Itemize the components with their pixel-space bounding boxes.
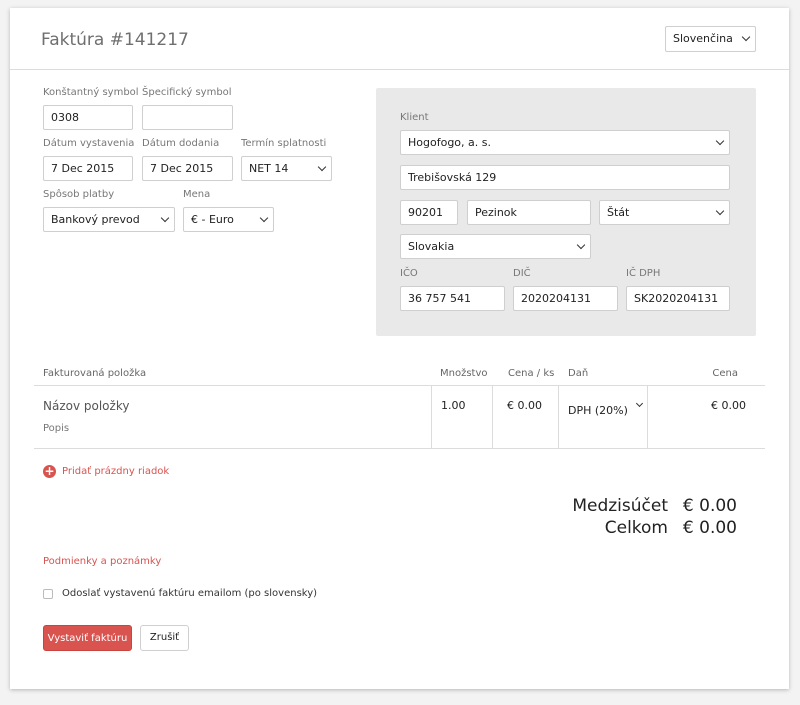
constant-symbol-label: Konštantný symbol: [43, 87, 139, 98]
add-row-button[interactable]: + Pridať prázdny riadok: [43, 464, 169, 478]
terms-notes-link[interactable]: Podmienky a poznámky: [43, 556, 161, 567]
ico-label: IČO: [400, 268, 418, 279]
subtotal-value: € 0.00: [682, 496, 737, 516]
client-label: Klient: [400, 112, 429, 123]
chevron-down-icon: [576, 240, 586, 250]
col-divider: [431, 386, 432, 448]
currency-select[interactable]: € - Euro: [183, 207, 274, 232]
client-name-select[interactable]: Hogofogo, a. s.: [400, 130, 730, 155]
col-divider: [558, 386, 559, 448]
col-header-tax: Daň: [568, 368, 589, 379]
item-unit-price-input[interactable]: € 0.00: [507, 399, 542, 412]
ic-dph-label: IČ DPH: [626, 268, 661, 279]
specific-symbol-label: Špecifický symbol: [142, 87, 232, 98]
client-street-value: Trebišovská 129: [408, 171, 497, 184]
due-term-label: Termín splatnosti: [241, 138, 327, 149]
specific-symbol-input[interactable]: [142, 105, 233, 130]
dic-label: DIČ: [513, 268, 531, 279]
email-checkbox[interactable]: [43, 588, 53, 599]
client-zip-value: 90201: [408, 206, 443, 219]
chevron-down-icon: [160, 213, 170, 223]
cancel-button[interactable]: Zrušiť: [140, 625, 189, 651]
client-zip-input[interactable]: 90201: [400, 200, 458, 225]
col-divider: [647, 386, 648, 448]
issue-date-label: Dátum vystavenia: [43, 138, 135, 149]
dic-input[interactable]: 2020204131: [513, 286, 618, 311]
add-row-label: Pridať prázdny riadok: [62, 465, 170, 477]
dic-value: 2020204131: [521, 292, 591, 305]
item-price-value: € 0.00: [711, 399, 746, 412]
email-checkbox-label[interactable]: Odoslať vystavenú faktúru emailom (po sl…: [62, 588, 317, 599]
item-tax-value: DPH (20%): [568, 404, 628, 417]
header-divider: [10, 69, 789, 70]
ico-value: 36 757 541: [408, 292, 471, 305]
client-state-value: Štát: [607, 206, 630, 219]
language-select-value: Slovenčina: [673, 32, 733, 45]
item-tax-select[interactable]: DPH (20%): [568, 399, 648, 417]
item-description-input[interactable]: Popis: [43, 423, 69, 434]
constant-symbol-value: 0308: [51, 111, 79, 124]
client-name-value: Hogofogo, a. s.: [408, 136, 491, 149]
table-row: Názov položky Popis 1.00 € 0.00 DPH (20%…: [34, 386, 765, 448]
ic-dph-value: SK2020204131: [634, 292, 719, 305]
email-option: Odoslať vystavenú faktúru emailom (po sl…: [43, 588, 317, 599]
due-term-select[interactable]: NET 14: [241, 156, 332, 181]
item-qty-input[interactable]: 1.00: [441, 399, 466, 412]
chevron-down-icon: [635, 399, 644, 408]
col-header-qty: Množstvo: [440, 368, 488, 379]
invoice-form-card: Faktúra #141217 Slovenčina Konštantný sy…: [10, 8, 789, 689]
chevron-down-icon: [317, 162, 327, 172]
subtotal-label: Medzisúčet: [572, 496, 668, 516]
chevron-down-icon: [715, 206, 725, 216]
due-term-value: NET 14: [249, 162, 289, 175]
chevron-down-icon: [741, 32, 751, 42]
client-country-value: Slovakia: [408, 240, 455, 253]
col-header-item: Fakturovaná položka: [43, 368, 147, 379]
total-label: Celkom: [604, 518, 668, 538]
submit-invoice-button[interactable]: Vystaviť faktúru: [43, 625, 132, 651]
delivery-date-value: 7 Dec 2015: [150, 162, 214, 175]
payment-method-value: Bankový prevod: [51, 213, 140, 226]
currency-label: Mena: [183, 189, 211, 200]
item-name-input[interactable]: Názov položky: [43, 399, 129, 413]
total-value: € 0.00: [682, 518, 737, 538]
payment-method-label: Spôsob platby: [43, 189, 115, 200]
client-country-select[interactable]: Slovakia: [400, 234, 591, 259]
ic-dph-input[interactable]: SK2020204131: [626, 286, 730, 311]
currency-value: € - Euro: [191, 213, 234, 226]
col-header-price: Cena: [712, 368, 738, 379]
col-header-unit-price: Cena / ks: [508, 368, 555, 379]
issue-date-value: 7 Dec 2015: [51, 162, 115, 175]
plus-circle-icon: +: [43, 463, 56, 478]
payment-method-select[interactable]: Bankový prevod: [43, 207, 175, 232]
chevron-down-icon: [715, 136, 725, 146]
delivery-date-input[interactable]: 7 Dec 2015: [142, 156, 233, 181]
client-state-select[interactable]: Štát: [599, 200, 730, 225]
client-panel: Klient Hogofogo, a. s. Trebišovská 129 9…: [376, 88, 756, 336]
language-select[interactable]: Slovenčina: [665, 26, 756, 52]
page-title: Faktúra #141217: [41, 30, 189, 50]
client-street-input[interactable]: Trebišovská 129: [400, 165, 730, 190]
client-city-value: Pezinok: [475, 206, 517, 219]
chevron-down-icon: [259, 213, 269, 223]
issue-date-input[interactable]: 7 Dec 2015: [43, 156, 133, 181]
client-city-input[interactable]: Pezinok: [467, 200, 591, 225]
ico-input[interactable]: 36 757 541: [400, 286, 505, 311]
table-bottom-divider: [34, 448, 765, 449]
delivery-date-label: Dátum dodania: [142, 138, 220, 149]
constant-symbol-input[interactable]: 0308: [43, 105, 133, 130]
col-divider: [492, 386, 493, 448]
